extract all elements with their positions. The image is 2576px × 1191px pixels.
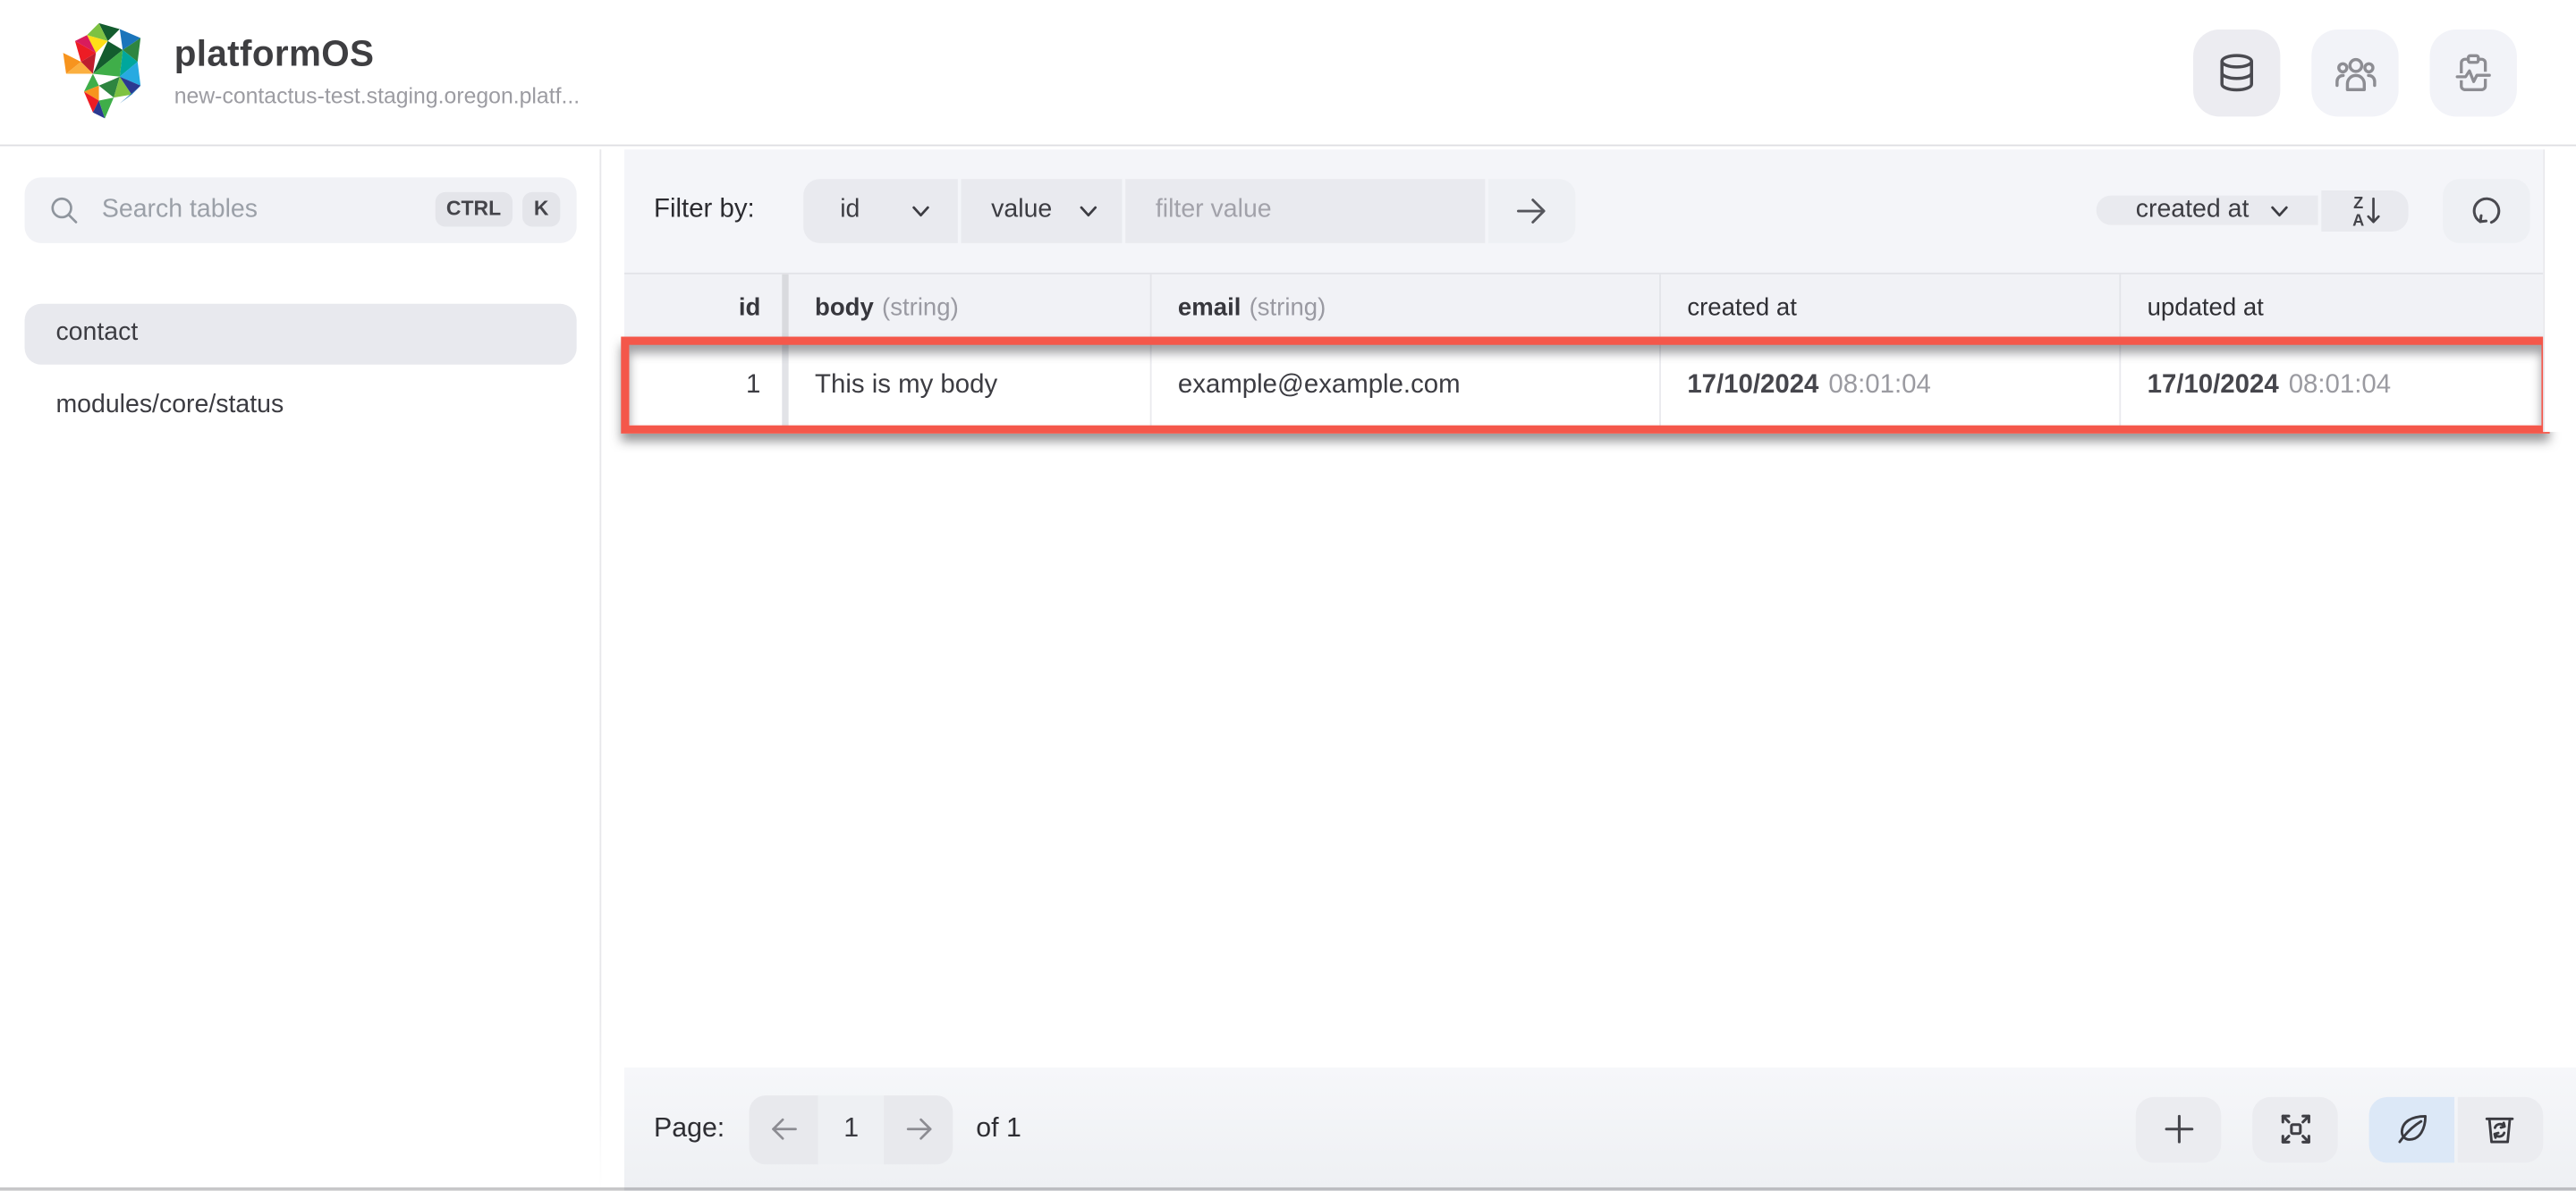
app-title: platformOS — [174, 32, 375, 74]
column-label: body — [815, 293, 874, 322]
column-header-body: body (string) — [789, 275, 1150, 341]
filter-value-field[interactable] — [1125, 178, 1487, 243]
column-label: email — [1177, 293, 1241, 322]
column-resize-handle[interactable] — [782, 274, 789, 342]
filter-by-label: Filter by: — [654, 196, 755, 224]
column-type: (string) — [1249, 293, 1326, 322]
cell-id: 1 — [746, 370, 761, 399]
column-label: created at — [1687, 293, 1797, 322]
sort-field-value: created at — [2135, 196, 2250, 224]
shortcut-ctrl-key: CTRL — [435, 192, 513, 227]
column-header-updated-at: updated at — [2119, 274, 2543, 342]
filter-operator-select[interactable]: value — [962, 178, 1123, 243]
cell-email: example@example.com — [1149, 341, 1659, 430]
view-toggle-group — [2368, 1096, 2543, 1162]
cell-updated-at: 17/10/2024 08:01:04 — [2119, 341, 2543, 430]
pagination: 1 — [749, 1094, 953, 1164]
column-label: id — [738, 293, 761, 322]
scrollbar-gutter — [2543, 148, 2576, 432]
activity-log-button[interactable] — [2429, 30, 2517, 117]
date-value: 17/10/2024 — [2147, 370, 2279, 399]
leaf-icon — [2397, 1114, 2427, 1144]
sort-field-select[interactable]: created at — [2096, 196, 2318, 226]
time-value: 08:01:04 — [2288, 370, 2392, 399]
table-header-row: id body (string) email (string) created … — [623, 272, 2544, 342]
expand-view-button[interactable] — [2252, 1096, 2338, 1162]
cell-body: This is my body — [815, 370, 998, 399]
svg-text:Z: Z — [2353, 193, 2363, 211]
sidebar-divider — [598, 148, 602, 1191]
brand-block: platformOS new-contactus-test.staging.or… — [174, 32, 580, 109]
column-header-created-at: created at — [1659, 274, 2119, 342]
header-actions — [2193, 30, 2517, 117]
search-tables-box[interactable]: CTRL K — [24, 176, 577, 242]
filter-field-value: id — [840, 196, 860, 224]
plus-icon — [2164, 1114, 2193, 1144]
app-screen: platformOS new-contactus-test.staging.or… — [0, 0, 2576, 1191]
chevron-down-icon — [2271, 206, 2288, 216]
sidebar-item-contact[interactable]: contact — [24, 302, 577, 364]
filter-operator-value: value — [991, 196, 1053, 224]
trash-restore-icon — [2485, 1117, 2514, 1144]
table-row[interactable]: 1 This is my body example@example.com 17… — [620, 336, 2549, 434]
sidebar: CTRL K contact modules/core/status — [0, 148, 602, 1191]
column-header-id: id — [624, 275, 782, 341]
database-icon — [2220, 54, 2253, 92]
arrow-right-icon — [1517, 198, 1546, 224]
deleted-records-toggle[interactable] — [2456, 1096, 2543, 1162]
apply-filter-button[interactable] — [1488, 178, 1577, 243]
platformos-logo-icon — [63, 22, 141, 119]
refresh-button[interactable] — [2443, 178, 2530, 243]
previous-page-button[interactable] — [749, 1094, 818, 1164]
date-value: 17/10/2024 — [1687, 370, 1819, 399]
chevron-down-icon — [1080, 206, 1097, 216]
filter-field-select[interactable]: id — [803, 178, 959, 243]
app-header: platformOS new-contactus-test.staging.or… — [0, 0, 2576, 147]
column-label: updated at — [2147, 293, 2264, 322]
current-page-number: 1 — [818, 1094, 885, 1164]
expand-icon — [2280, 1114, 2309, 1144]
page-label: Page: — [654, 1113, 725, 1144]
active-records-toggle[interactable] — [2368, 1096, 2455, 1162]
filter-value-input[interactable] — [1152, 194, 1460, 227]
column-type: (string) — [882, 293, 959, 322]
footer-bar: Page: 1 of 1 — [623, 1067, 2576, 1191]
filter-group: id value — [803, 178, 1577, 243]
sort-controls: created at Z A — [2096, 178, 2530, 243]
next-page-button[interactable] — [884, 1094, 953, 1164]
users-icon — [2334, 56, 2376, 91]
shortcut-k-key: K — [522, 192, 561, 227]
instance-domain: new-contactus-test.staging.oregon.platf.… — [174, 83, 580, 109]
chevron-down-icon — [912, 206, 930, 216]
refresh-icon — [2472, 197, 2501, 224]
arrow-left-icon — [771, 1118, 797, 1140]
sidebar-item-modules-core-status[interactable]: modules/core/status — [25, 376, 577, 436]
add-record-button[interactable] — [2135, 1096, 2222, 1162]
cell-created-at: 17/10/2024 08:01:04 — [1659, 341, 2119, 430]
database-button[interactable] — [2193, 30, 2281, 117]
table-list: contact modules/core/status — [24, 302, 577, 436]
sort-descending-icon: Z A — [2352, 193, 2380, 229]
users-button[interactable] — [2311, 30, 2399, 117]
footer-actions — [2135, 1096, 2543, 1162]
clipboard-pulse-icon — [2453, 54, 2494, 91]
column-header-email: email (string) — [1149, 274, 1659, 342]
table-item-label: modules/core/status — [55, 391, 284, 419]
table-item-label: contact — [55, 318, 139, 347]
window-bottom-edge — [0, 1187, 2576, 1191]
time-value: 08:01:04 — [1828, 370, 1931, 399]
page-count-label: of 1 — [976, 1113, 1021, 1144]
svg-text:A: A — [2352, 211, 2364, 229]
search-icon — [51, 196, 78, 223]
column-separator — [782, 341, 789, 430]
filter-bar: Filter by: id value created at — [623, 148, 2544, 273]
arrow-right-icon — [906, 1118, 931, 1140]
sort-direction-button[interactable]: Z A — [2321, 190, 2409, 232]
search-tables-input[interactable] — [98, 192, 436, 226]
